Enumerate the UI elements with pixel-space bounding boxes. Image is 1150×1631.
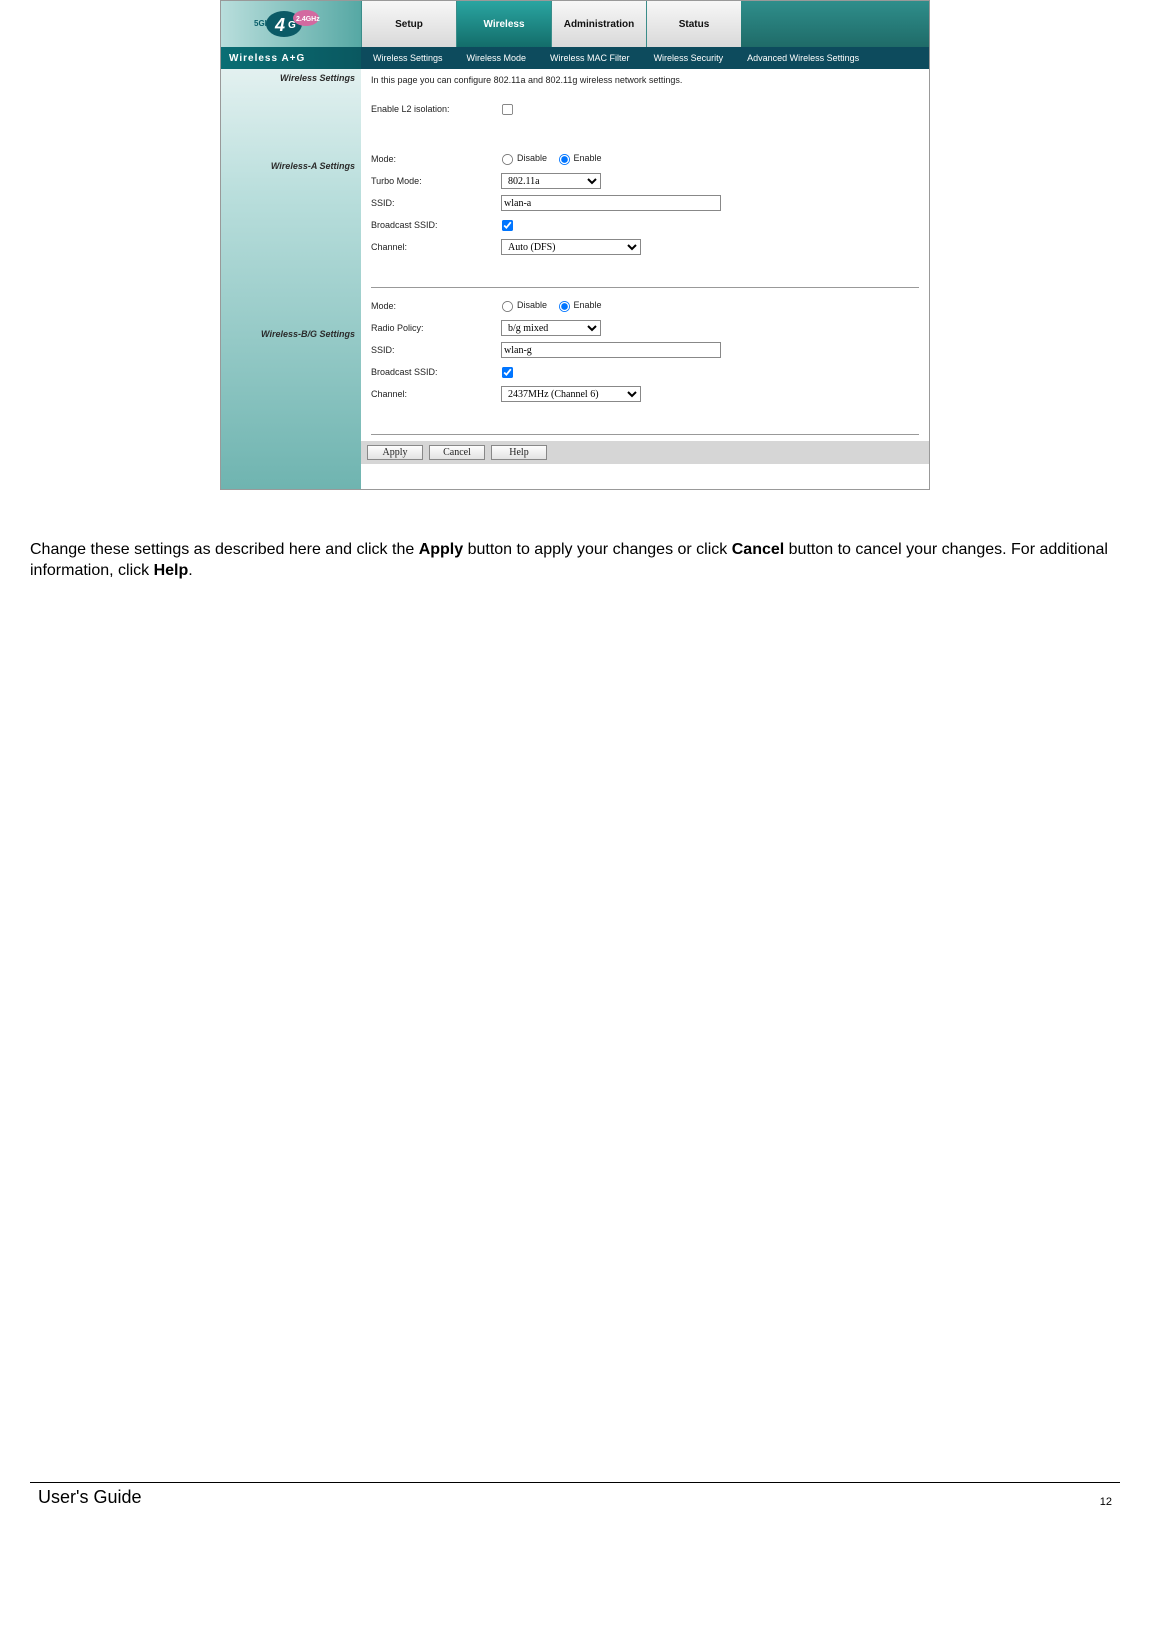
footer-page-number: 12 [1100,1496,1112,1508]
sub-nav: Wireless A+G Wireless Settings Wireless … [221,47,929,69]
cancel-button[interactable]: Cancel [429,445,485,460]
wbg-policy-label: Radio Policy: [371,323,501,333]
wbg-policy-select[interactable]: b/g mixed [501,320,601,336]
wbg-broadcast-label: Broadcast SSID: [371,367,501,377]
subnav-wireless-security[interactable]: Wireless Security [642,47,736,69]
wa-turbo-label: Turbo Mode: [371,176,501,186]
l2-isolation-label: Enable L2 isolation: [371,104,501,114]
sidebar: Wireless Settings Wireless-A Settings Wi… [221,69,361,489]
subnav-wireless-mode[interactable]: Wireless Mode [455,47,539,69]
wbg-broadcast-checkbox[interactable] [502,366,513,377]
svg-text:4: 4 [274,15,285,35]
wbg-mode-disable-option[interactable]: Disable [501,300,547,310]
wa-broadcast-label: Broadcast SSID: [371,220,501,230]
wa-mode-enable-option[interactable]: Enable [558,153,602,163]
tab-administration[interactable]: Administration [551,1,646,47]
wbg-mode-enable-option[interactable]: Enable [558,300,602,310]
wbg-ssid-label: SSID: [371,345,501,355]
l2-isolation-checkbox[interactable] [502,103,513,114]
wbg-channel-select[interactable]: 2437MHz (Channel 6) [501,386,641,402]
footer-guide-label: User's Guide [38,1487,141,1508]
instruction-paragraph: Change these settings as described here … [30,540,1120,582]
wa-channel-select[interactable]: Auto (DFS) [501,239,641,255]
svg-text:2.4GHz: 2.4GHz [296,16,320,23]
subnav-wireless-mac-filter[interactable]: Wireless MAC Filter [538,47,642,69]
subnav-advanced-wireless[interactable]: Advanced Wireless Settings [735,47,871,69]
wa-ssid-input[interactable] [501,195,721,211]
intro-text: In this page you can configure 802.11a a… [371,75,919,85]
wa-broadcast-checkbox[interactable] [502,219,513,230]
wbg-ssid-input[interactable] [501,342,721,358]
wa-mode-label: Mode: [371,154,501,164]
wbg-channel-label: Channel: [371,389,501,399]
wa-turbo-select[interactable]: 802.11a [501,173,601,189]
sidebar-label-wireless-settings: Wireless Settings [221,69,361,87]
subnav-wireless-settings[interactable]: Wireless Settings [361,47,455,69]
wa-mode-disable-option[interactable]: Disable [501,153,547,163]
wa-ssid-label: SSID: [371,198,501,208]
wbg-mode-label: Mode: [371,301,501,311]
sidebar-label-wireless-a: Wireless-A Settings [221,157,361,175]
tab-setup[interactable]: Setup [361,1,456,47]
apply-button[interactable]: Apply [367,445,423,460]
brand-text: Wireless A+G [221,47,361,69]
logo-4g-icon: 5GHz 4 G 2.4GHz [221,1,361,47]
router-admin-screenshot: 5GHz 4 G 2.4GHz Setup Wireless Administr… [220,0,930,490]
main-content: In this page you can configure 802.11a a… [361,69,929,489]
help-button[interactable]: Help [491,445,547,460]
tab-wireless[interactable]: Wireless [456,1,551,47]
sidebar-label-wireless-bg: Wireless-B/G Settings [221,325,361,343]
tab-status[interactable]: Status [646,1,741,47]
wa-channel-label: Channel: [371,242,501,252]
header-bar: 5GHz 4 G 2.4GHz Setup Wireless Administr… [221,1,929,47]
page-footer: User's Guide 12 [30,1482,1120,1508]
